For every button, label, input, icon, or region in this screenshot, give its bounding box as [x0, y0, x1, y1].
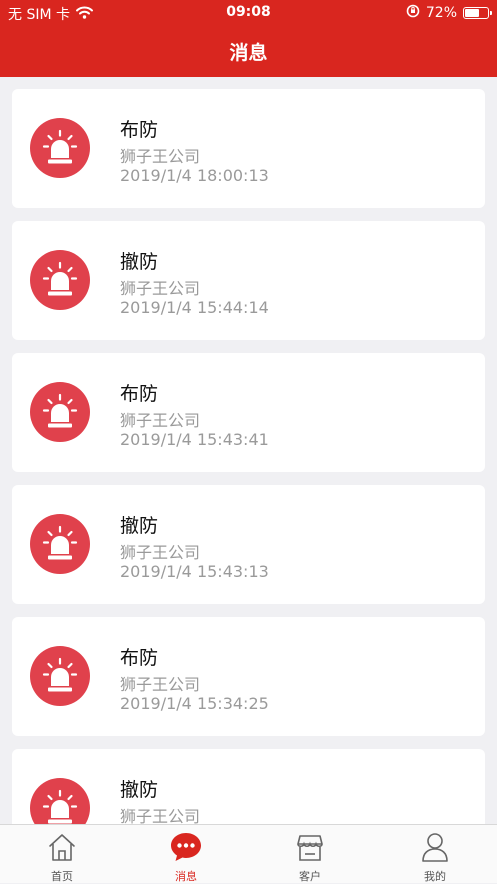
message-time: 2019/1/4 15:43:13: [120, 562, 269, 581]
message-company: 狮子王公司: [120, 543, 201, 562]
battery-icon: [463, 7, 492, 19]
alarm-light-icon: [30, 646, 90, 706]
chat-icon: [170, 832, 202, 866]
home-icon: [48, 832, 76, 866]
tab-label: 首页: [51, 870, 73, 883]
message-card[interactable]: 撤防 狮子王公司 2019/1/4 15:43:13: [12, 485, 485, 604]
tab-home[interactable]: 首页: [0, 825, 124, 884]
message-title: 撤防: [120, 251, 159, 273]
message-card[interactable]: 布防 狮子王公司 2019/1/4 15:43:41: [12, 353, 485, 472]
tab-label: 客户: [299, 870, 321, 883]
tab-bar: 首页 消息 客户 我的: [0, 824, 497, 883]
rotation-lock-icon: [406, 4, 420, 22]
battery-fill: [465, 9, 480, 17]
message-card[interactable]: 撤防 狮子王公司: [12, 749, 485, 824]
message-card[interactable]: 布防 狮子王公司 2019/1/4 18:00:13: [12, 89, 485, 208]
message-title: 布防: [120, 383, 159, 405]
message-title: 撤防: [120, 515, 159, 537]
message-time: 2019/1/4 15:34:25: [120, 694, 269, 713]
message-title: 撤防: [120, 779, 159, 801]
message-card[interactable]: 撤防 狮子王公司 2019/1/4 15:44:14: [12, 221, 485, 340]
message-company: 狮子王公司: [120, 675, 201, 694]
app-header: 无 SIM 卡 09:08 72% 消息: [0, 0, 497, 77]
message-list[interactable]: 布防 狮子王公司 2019/1/4 18:00:13 撤防 狮子王公司 2019…: [12, 89, 485, 824]
message-time: 2019/1/4 15:43:41: [120, 430, 269, 449]
message-time: 2019/1/4 18:00:13: [120, 166, 269, 185]
message-company: 狮子王公司: [120, 807, 201, 824]
message-company: 狮子王公司: [120, 411, 201, 430]
alarm-light-icon: [30, 778, 90, 824]
message-company: 狮子王公司: [120, 147, 201, 166]
tab-user[interactable]: 我的: [373, 825, 497, 884]
user-icon: [421, 832, 449, 866]
message-company: 狮子王公司: [120, 279, 201, 298]
status-bar: 无 SIM 卡 09:08 72%: [0, 0, 497, 26]
alarm-light-icon: [30, 250, 90, 310]
tab-label: 我的: [424, 870, 446, 883]
message-card[interactable]: 布防 狮子王公司 2019/1/4 15:34:25: [12, 617, 485, 736]
message-time: 2019/1/4 15:44:14: [120, 298, 269, 317]
alarm-light-icon: [30, 118, 90, 178]
message-title: 布防: [120, 647, 159, 669]
tab-label: 消息: [175, 870, 197, 883]
alarm-light-icon: [30, 382, 90, 442]
tab-chat[interactable]: 消息: [124, 825, 248, 884]
page-title: 消息: [229, 42, 268, 64]
battery-tip: [490, 11, 492, 15]
message-title: 布防: [120, 119, 159, 141]
battery-percent: 72%: [425, 5, 457, 21]
store-icon: [296, 832, 324, 866]
status-right: 72%: [406, 4, 492, 22]
tab-store[interactable]: 客户: [248, 825, 372, 884]
alarm-light-icon: [30, 514, 90, 574]
